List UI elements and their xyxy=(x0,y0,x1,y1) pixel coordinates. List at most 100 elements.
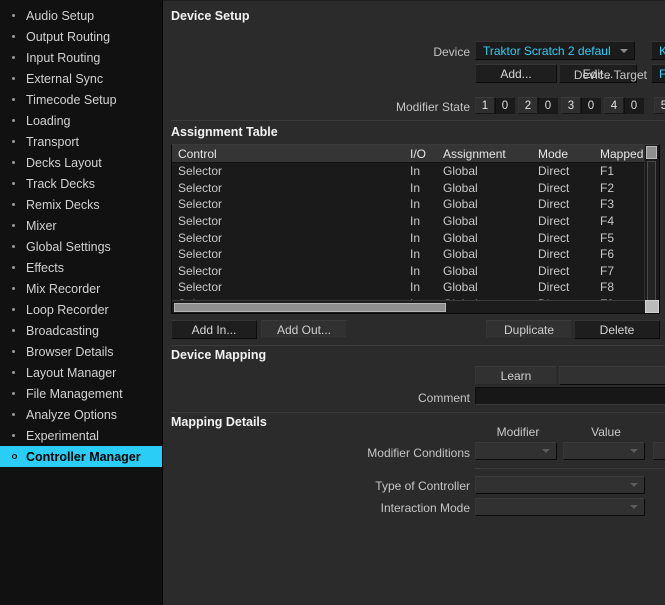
device-select-value: Traktor Scratch 2 defaul xyxy=(483,43,611,58)
modifier-state-1[interactable]: 10 xyxy=(475,97,515,114)
sidebar-item-external-sync[interactable]: External Sync xyxy=(0,68,162,89)
modifier-state-4[interactable]: 40 xyxy=(604,97,644,114)
add-out-label: Add Out... xyxy=(276,322,332,337)
interaction-mode-label: Interaction Mode xyxy=(380,501,470,515)
modifier-value[interactable]: 0 xyxy=(624,97,644,114)
modifier-state-label: Modifier State xyxy=(395,100,470,114)
modifier-number: 3 xyxy=(561,97,581,114)
table-row[interactable]: Selector In Global Direct F3 xyxy=(172,196,659,213)
cell-mode: Direct xyxy=(538,263,570,278)
sidebar-item-loop-recorder[interactable]: Loop Recorder xyxy=(0,299,162,320)
add-out-button[interactable]: Add Out... xyxy=(261,320,347,339)
modifier-state-2[interactable]: 20 xyxy=(518,97,558,114)
sidebar-item-experimental[interactable]: Experimental xyxy=(0,425,162,446)
sidebar-item-effects[interactable]: Effects xyxy=(0,257,162,278)
sidebar-item-analyze-options[interactable]: Analyze Options xyxy=(0,404,162,425)
table-row[interactable]: Selector In Global Direct F5 xyxy=(172,229,659,246)
selected-bullet-icon xyxy=(12,454,22,459)
condition-modifier-select-1[interactable] xyxy=(475,442,557,460)
sidebar-item-remix-decks[interactable]: Remix Decks xyxy=(0,194,162,215)
sidebar-item-label: Loading xyxy=(26,113,71,128)
device-target-select[interactable]: Focus xyxy=(651,64,665,83)
sidebar-item-input-routing[interactable]: Input Routing xyxy=(0,47,162,68)
add-in-button[interactable]: Add In... xyxy=(171,320,257,339)
modifier-value[interactable]: 0 xyxy=(495,97,515,114)
chevron-down-icon xyxy=(630,483,638,487)
cell-control: Selector xyxy=(178,197,223,212)
sidebar-item-timecode-setup[interactable]: Timecode Setup xyxy=(0,89,162,110)
vertical-scroll-track[interactable] xyxy=(647,161,656,311)
bullet-icon xyxy=(12,161,22,164)
assignment-table[interactable]: Control I/O Assignment Mode Mapped to Se… xyxy=(171,144,660,314)
sidebar-item-label: Mixer xyxy=(26,218,57,233)
type-of-controller-select[interactable] xyxy=(475,476,645,494)
cell-control: Selector xyxy=(178,214,223,229)
sidebar-item-mixer[interactable]: Mixer xyxy=(0,215,162,236)
table-row[interactable]: Selector In Global Direct F1 xyxy=(172,163,659,180)
table-horizontal-scrollbar[interactable] xyxy=(172,300,645,313)
column-header-mode[interactable]: Mode xyxy=(538,147,600,161)
bullet-icon xyxy=(12,329,22,332)
modifier-value[interactable]: 0 xyxy=(581,97,601,114)
horizontal-scroll-thumb[interactable] xyxy=(174,303,446,312)
learn-button[interactable]: Learn xyxy=(475,366,557,385)
cell-control: Selector xyxy=(178,180,223,195)
vertical-scroll-thumb[interactable] xyxy=(646,146,657,159)
sidebar-item-label: Decks Layout xyxy=(26,155,102,170)
sidebar-item-label: Global Settings xyxy=(26,239,111,254)
cell-io: In xyxy=(410,263,421,278)
cell-assignment: Global xyxy=(443,263,478,278)
sidebar-item-browser-details[interactable]: Browser Details xyxy=(0,341,162,362)
modifier-state-3[interactable]: 30 xyxy=(561,97,601,114)
sidebar-item-label: External Sync xyxy=(26,71,104,86)
add-in-label: Add In... xyxy=(191,322,237,337)
sidebar-item-layout-manager[interactable]: Layout Manager xyxy=(0,362,162,383)
table-row[interactable]: Selector In Global Direct F8 xyxy=(172,279,659,296)
sidebar-item-loading[interactable]: Loading xyxy=(0,110,162,131)
bullet-icon xyxy=(12,245,22,248)
sidebar-item-output-routing[interactable]: Output Routing xyxy=(0,26,162,47)
sidebar-item-label: Loop Recorder xyxy=(26,302,109,317)
modifier-value[interactable]: 0 xyxy=(538,97,558,114)
sidebar-item-label: Layout Manager xyxy=(26,365,117,380)
in-port-select[interactable]: Keyboarc xyxy=(651,41,665,60)
in-port-select-value: Keyboarc xyxy=(659,44,665,58)
sidebar-item-mix-recorder[interactable]: Mix Recorder xyxy=(0,278,162,299)
sidebar-item-global-settings[interactable]: Global Settings xyxy=(0,236,162,257)
modifier-number: 2 xyxy=(518,97,538,114)
sidebar-item-transport[interactable]: Transport xyxy=(0,131,162,152)
table-row[interactable]: Selector In Global Direct F7 xyxy=(172,263,659,280)
sidebar-item-controller-manager[interactable]: Controller Manager xyxy=(0,446,162,467)
condition-value-select-1[interactable] xyxy=(563,442,645,460)
learn-select[interactable] xyxy=(559,366,665,385)
cell-assignment: Global xyxy=(443,230,478,245)
sidebar-item-file-management[interactable]: File Management xyxy=(0,383,162,404)
bullet-icon xyxy=(12,308,22,311)
sidebar-item-audio-setup[interactable]: Audio Setup xyxy=(0,5,162,26)
bullet-icon xyxy=(12,413,22,416)
comment-input[interactable] xyxy=(475,387,665,405)
bullet-icon xyxy=(12,77,22,80)
table-row[interactable]: Selector In Global Direct F4 xyxy=(172,213,659,230)
interaction-mode-select[interactable] xyxy=(475,498,645,516)
duplicate-button[interactable]: Duplicate xyxy=(486,320,572,339)
delete-button[interactable]: Delete xyxy=(574,320,660,339)
sidebar-item-label: Track Decks xyxy=(26,176,95,191)
assignment-label: Assignment xyxy=(653,501,665,515)
device-select[interactable]: Traktor Scratch 2 defaul xyxy=(475,41,635,60)
table-row[interactable]: Selector In Global Direct F2 xyxy=(172,180,659,197)
column-header-io[interactable]: I/O xyxy=(410,147,443,161)
sidebar-item-decks-layout[interactable]: Decks Layout xyxy=(0,152,162,173)
cell-control: Selector xyxy=(178,263,223,278)
sidebar-item-track-decks[interactable]: Track Decks xyxy=(0,173,162,194)
add-device-button[interactable]: Add... xyxy=(475,64,557,83)
sidebar-item-broadcasting[interactable]: Broadcasting xyxy=(0,320,162,341)
table-row[interactable]: Selector In Global Direct F6 xyxy=(172,246,659,263)
preferences-sidebar[interactable]: Audio Setup Output Routing Input Routing Ex… xyxy=(0,0,163,605)
column-header-control[interactable]: Control xyxy=(172,147,410,161)
column-header-assignment[interactable]: Assignment xyxy=(443,147,538,161)
modifier-state-5[interactable]: 50 xyxy=(654,97,665,114)
table-vertical-scrollbar[interactable] xyxy=(644,145,659,313)
condition-modifier-select-2[interactable] xyxy=(653,442,665,460)
duplicate-label: Duplicate xyxy=(503,322,555,337)
